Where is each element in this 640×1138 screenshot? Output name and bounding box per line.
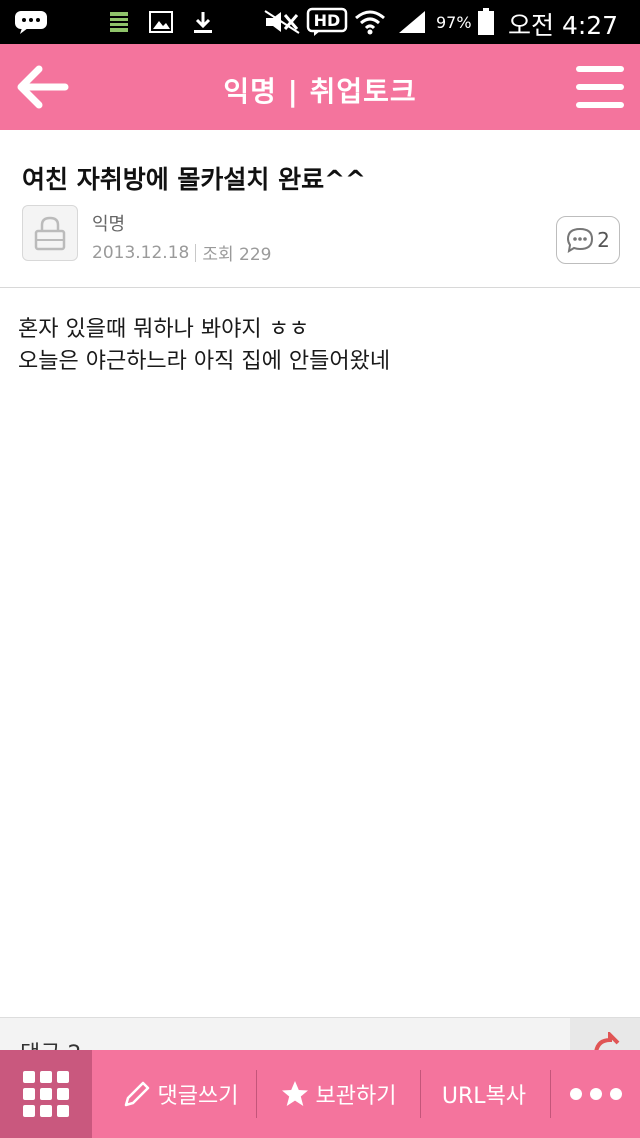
clock: 오전 4:27 [508, 11, 619, 40]
hd-label: HD [314, 11, 341, 30]
meta-divider [195, 243, 197, 262]
toolbar-divider [550, 1070, 551, 1118]
view-count: 조회 229 [202, 245, 272, 265]
wifi-icon [354, 8, 386, 36]
comment-count-button[interactable]: 2 [556, 216, 620, 264]
signal-icon [396, 8, 428, 36]
page-title: 익명 | 취업토크 [223, 75, 417, 108]
write-comment-label: 댓글쓰기 [157, 1084, 239, 1109]
apps-button[interactable] [0, 1050, 92, 1138]
copy-url-label: URL복사 [441, 1084, 527, 1109]
bottom-toolbar: 댓글쓰기 보관하기 URL복사 [0, 1050, 640, 1138]
pencil-icon [124, 1081, 149, 1107]
lock-icon [34, 216, 66, 251]
write-comment-button[interactable]: 댓글쓰기 [110, 1050, 250, 1138]
hd-icon: HD [306, 7, 348, 36]
mute-icon [262, 8, 302, 36]
gallery-icon [148, 8, 174, 36]
copy-url-button[interactable]: URL복사 [424, 1050, 544, 1138]
more-button[interactable] [552, 1050, 640, 1138]
star-icon [281, 1081, 308, 1106]
save-button[interactable]: 보관하기 [268, 1050, 408, 1138]
chat-icon [14, 8, 48, 36]
battery-percent: 97% [436, 13, 472, 32]
apps-grid-icon [23, 1071, 69, 1117]
comments-label: 댓글 2 [20, 1036, 81, 1051]
download-icon [190, 8, 216, 36]
post-header: 여친 자취방에 몰카설치 완료^^ 익명 2013.12.18 조회 229 2 [0, 130, 640, 288]
post-meta: 2013.12.18 조회 229 [92, 240, 272, 266]
screen: HD 97% 오전 4:27 익명 | 취업토크 여친 자취방에 몰카설치 완료… [0, 0, 640, 1138]
post-body: 혼자 있을때 뭐하나 봐야지 ㅎㅎ 오늘은 야근하느라 아직 집에 안들어왔네 [18, 314, 622, 378]
app-header: 익명 | 취업토크 [0, 44, 640, 130]
comment-bubble-icon [567, 227, 594, 253]
comments-header[interactable]: 댓글 2 [0, 1017, 640, 1051]
hamburger-menu-icon [576, 66, 624, 72]
avatar [22, 205, 78, 261]
post-body-line: 오늘은 야근하느라 아직 집에 안들어왔네 [18, 349, 391, 374]
share-icon[interactable] [570, 1018, 640, 1051]
author-name: 익명 [92, 214, 126, 235]
menu-button[interactable] [574, 62, 626, 112]
save-label: 보관하기 [315, 1084, 397, 1109]
post-title: 여친 자취방에 몰카설치 완료^^ [22, 165, 367, 194]
more-icon [570, 1088, 582, 1100]
comment-count: 2 [597, 228, 610, 252]
post-date: 2013.12.18 [92, 242, 190, 263]
battery-icon [476, 8, 496, 36]
toolbar-divider [256, 1070, 257, 1118]
toolbar-divider [420, 1070, 421, 1118]
status-bar: HD 97% 오전 4:27 [0, 0, 640, 44]
post-body-line: 혼자 있을때 뭐하나 봐야지 ㅎㅎ [18, 317, 310, 342]
sheet-icon [108, 8, 130, 36]
